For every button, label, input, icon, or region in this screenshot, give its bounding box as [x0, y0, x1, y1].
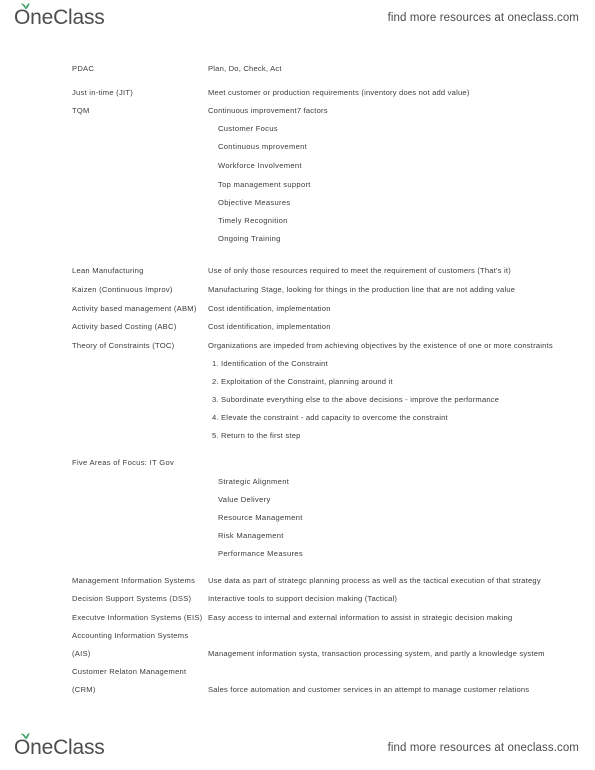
- term-definition-row: Lean Manufacturing Use of only those reso…: [0, 266, 595, 284]
- sub-list-item-text: Objective Measures: [218, 198, 291, 207]
- term-label: PDAC: [72, 64, 95, 73]
- term-definition-row: (CRM) Sales force automation and customer…: [0, 685, 595, 703]
- sub-list-item: Workforce Involvement: [0, 161, 595, 179]
- term-label: Customer Relaton Management: [72, 667, 187, 676]
- sub-list-item-text: Continuous mprovement: [218, 142, 308, 151]
- sub-list-item: Customer Focus: [0, 124, 595, 142]
- numbered-list-item: 5. Return to the first step: [0, 431, 595, 449]
- sub-list-item-text: Strategic Alignment: [218, 477, 290, 486]
- definition-text: Use data as part of strategc planning pr…: [208, 576, 541, 585]
- term-label: Kaizen (Continuous Improv): [72, 285, 173, 294]
- sub-list-item-text: Timely Recognition: [218, 216, 288, 225]
- definition-text: Sales force automation and customer serv…: [208, 685, 530, 694]
- term-definition-row: Decision Support Systems (DSS) Interactiv…: [0, 594, 595, 612]
- definition-text: Cost identification, implementation: [208, 304, 331, 313]
- term-label: Executve Information Systems (EIS): [72, 613, 203, 622]
- definition-text: Manufacturing Stage, looking for things …: [208, 285, 516, 294]
- section-heading: Five Areas of Focus: IT Gov: [0, 458, 595, 476]
- sub-list-item-text: Workforce Involvement: [218, 161, 302, 170]
- definition-text: Cost identification, implementation: [208, 322, 331, 331]
- sub-list-item-text: Performance Measures: [218, 549, 303, 558]
- sub-list-item-text: Value Delivery: [218, 495, 271, 504]
- sub-list-item: Objective Measures: [0, 198, 595, 216]
- header-tagline: find more resources at oneclass.com: [387, 12, 579, 24]
- sub-list-item: Top management support: [0, 180, 595, 198]
- definition-text: Use of only those resources required to …: [208, 266, 511, 275]
- definition-text: Meet customer or production requirements…: [208, 88, 470, 97]
- numbered-list-item: 1. Identification of the Constraint: [0, 359, 595, 377]
- oneclass-logo-text-header: OneClass: [14, 6, 105, 29]
- term-definition-row: Management Information Systems Use data a…: [0, 576, 595, 594]
- term-definition-row: TQM Continuous improvement7 factors: [0, 106, 595, 124]
- term-definition-row: Activity based management (ABM) Cost iden…: [0, 304, 595, 322]
- definition-text: Management information systa, transactio…: [208, 649, 545, 658]
- term-definition-row: Accounting Information Systems: [0, 631, 595, 649]
- term-label: Lean Manufacturing: [72, 266, 144, 275]
- term-definition-row: Just in-time (JIT) Meet customer or produ…: [0, 88, 595, 106]
- definition-text: Organizations are impeded from achieving…: [208, 341, 553, 350]
- numbered-list-item: 4. Elevate the constraint - add capacity…: [0, 413, 595, 431]
- sub-list-item-text: Ongoing Training: [218, 234, 281, 243]
- term-label: TQM: [72, 106, 90, 115]
- definition-text: Plan, Do, Check, Act: [208, 64, 282, 73]
- sub-list-item: Performance Measures: [0, 549, 595, 567]
- sub-list-item: Strategic Alignment: [0, 477, 595, 495]
- page-footer: OneClass find more resources at oneclass…: [0, 730, 595, 766]
- term-definition-row: Kaizen (Continuous Improv) Manufacturing …: [0, 285, 595, 303]
- sub-list-item: Ongoing Training: [0, 234, 595, 252]
- numbered-list-item: 2. Exploitation of the Constraint, plann…: [0, 377, 595, 395]
- term-definition-row: PDAC Plan, Do, Check, Act: [0, 64, 595, 82]
- term-definition-row: Executve Information Systems (EIS) Easy a…: [0, 613, 595, 631]
- term-definition-row: (AIS) Management information systa, trans…: [0, 649, 595, 667]
- section-heading-text: Five Areas of Focus: IT Gov: [72, 458, 175, 467]
- oneclass-logo-text-footer: OneClass: [14, 736, 105, 759]
- numbered-list-item-text: 1. Identification of the Constraint: [212, 359, 328, 368]
- term-definition-row: Activity based Costing (ABC) Cost identif…: [0, 322, 595, 340]
- term-label: (AIS): [72, 649, 91, 658]
- numbered-list-item-text: 3. Subordinate everything else to the ab…: [212, 395, 500, 404]
- document-content: PDAC Plan, Do, Check, Act Just in-time (JI…: [0, 40, 595, 730]
- sub-list-item: Continuous mprovement: [0, 142, 595, 160]
- definition-text: Easy access to internal and external inf…: [208, 613, 513, 622]
- term-label: Decision Support Systems (DSS): [72, 594, 192, 603]
- term-definition-row: Theory of Constraints (TOC) Organizations…: [0, 341, 595, 359]
- sub-list-item: Risk Management: [0, 531, 595, 549]
- definition-text: Interactive tools to support decision ma…: [208, 594, 398, 603]
- term-label: Activity based Costing (ABC): [72, 322, 177, 331]
- sub-list-item-text: Top management support: [218, 180, 311, 189]
- definition-text: Continuous improvement7 factors: [208, 106, 328, 115]
- term-label: (CRM): [72, 685, 96, 694]
- term-label: Just in-time (JIT): [72, 88, 134, 97]
- sub-list-item-text: Risk Management: [218, 531, 284, 540]
- term-label: Accounting Information Systems: [72, 631, 189, 640]
- sub-list-item: Value Delivery: [0, 495, 595, 513]
- oneclass-logo-footer[interactable]: OneClass: [14, 732, 105, 760]
- numbered-list-item-text: 5. Return to the first step: [212, 431, 301, 440]
- term-label: Management Information Systems: [72, 576, 196, 585]
- term-label: Theory of Constraints (TOC): [72, 341, 175, 350]
- sub-list-item: Resource Management: [0, 513, 595, 531]
- numbered-list-item: 3. Subordinate everything else to the ab…: [0, 395, 595, 413]
- footer-tagline: find more resources at oneclass.com: [387, 742, 579, 754]
- oneclass-logo-header[interactable]: OneClass: [14, 2, 105, 30]
- sub-list-item: Timely Recognition: [0, 216, 595, 234]
- page-header: OneClass find more resources at oneclass…: [0, 0, 595, 36]
- numbered-list-item-text: 4. Elevate the constraint - add capacity…: [212, 413, 448, 422]
- term-definition-row: Customer Relaton Management: [0, 667, 595, 685]
- sub-list-item-text: Resource Management: [218, 513, 303, 522]
- numbered-list-item-text: 2. Exploitation of the Constraint, plann…: [212, 377, 393, 386]
- sub-list-item-text: Customer Focus: [218, 124, 278, 133]
- term-label: Activity based management (ABM): [72, 304, 197, 313]
